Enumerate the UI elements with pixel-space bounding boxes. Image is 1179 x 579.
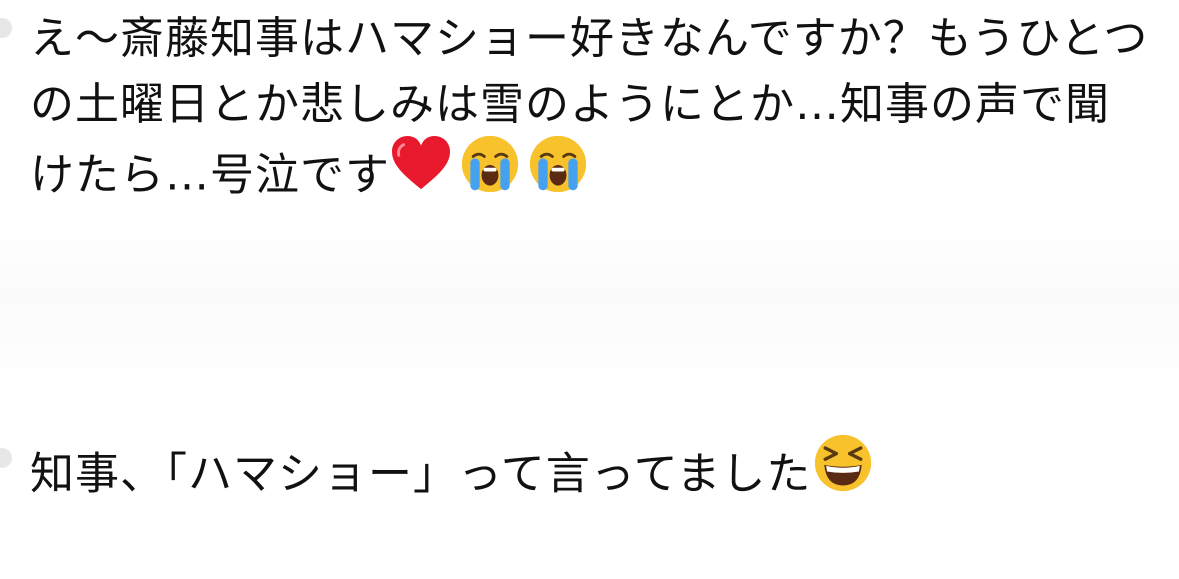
comment-item: 知事、「ハマショー」って言ってました (30, 434, 1149, 516)
avatar[interactable] (0, 448, 12, 468)
comment-text: 知事、「ハマショー」って言ってました (30, 448, 812, 500)
loudly-crying-face-icon (452, 134, 520, 213)
comment-text: え〜斎藤知事はハマショー好きなんですか？もうひとつの土曜日とか悲しみは雪のように… (30, 13, 1149, 201)
loudly-crying-face-icon (520, 134, 588, 213)
comment-item: え〜斎藤知事はハマショー好きなんですか？もうひとつの土曜日とか悲しみは雪のように… (30, 6, 1149, 217)
avatar[interactable] (0, 18, 12, 38)
content-divider-area (0, 215, 1179, 415)
red-heart-icon (390, 135, 452, 212)
grinning-squinting-face-icon (811, 433, 873, 512)
